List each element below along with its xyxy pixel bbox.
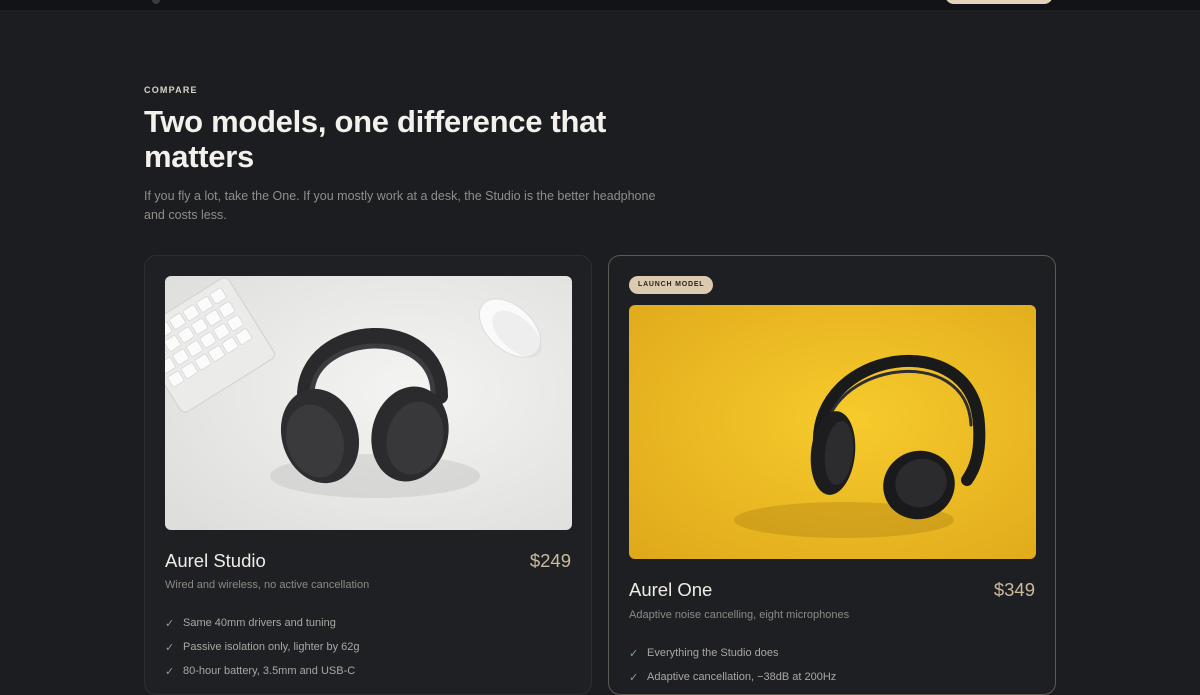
feature-text: Adaptive cancellation, −38dB at 200Hz <box>647 671 837 683</box>
feature-text: Same 40mm drivers and tuning <box>183 617 336 629</box>
product-price: $249 <box>529 550 571 571</box>
feature-item: ✓ 80-hour battery, 3.5mm and USB-C <box>165 659 360 683</box>
feature-text: Passive isolation only, lighter by 62g <box>183 641 360 653</box>
feature-item: ✓ Same 40mm drivers and tuning <box>165 611 360 635</box>
product-photo-one <box>629 305 1036 559</box>
feature-list: ✓ Same 40mm drivers and tuning ✓ Passive… <box>165 611 360 683</box>
page-subtitle: If you fly a lot, take the One. If you m… <box>144 189 656 222</box>
top-nav-bar <box>0 0 1200 11</box>
feature-item: ✓ Passive isolation only, lighter by 62g <box>165 635 360 659</box>
product-price: $349 <box>993 579 1035 600</box>
page-title: Two models, one difference that matters <box>144 104 607 174</box>
product-name: Aurel Studio <box>165 550 266 571</box>
product-card-one[interactable]: LAUNCH MODEL Aurel One $349 Adaptive noi <box>608 255 1056 695</box>
product-tagline: Wired and wireless, no active cancellati… <box>165 579 370 591</box>
feature-item: ✓ Adaptive cancellation, −38dB at 200Hz <box>629 665 836 689</box>
logo-icon[interactable] <box>152 0 160 4</box>
check-icon: ✓ <box>165 641 175 654</box>
product-tagline: Adaptive noise cancelling, eight microph… <box>629 609 850 621</box>
nav-cta-button[interactable] <box>945 0 1053 4</box>
launch-badge: LAUNCH MODEL <box>629 276 714 294</box>
product-photo-studio <box>165 276 572 530</box>
feature-text: Everything the Studio does <box>647 647 779 659</box>
check-icon: ✓ <box>629 647 639 660</box>
feature-item: ✓ Everything the Studio does <box>629 641 836 665</box>
check-icon: ✓ <box>165 665 175 678</box>
feature-text: 80-hour battery, 3.5mm and USB-C <box>183 665 356 677</box>
check-icon: ✓ <box>165 617 175 630</box>
section-eyebrow: COMPARE <box>144 85 198 95</box>
product-name: Aurel One <box>629 579 713 600</box>
check-icon: ✓ <box>629 671 639 684</box>
product-card-studio[interactable]: Aurel Studio $249 Wired and wireless, no… <box>144 255 592 695</box>
feature-list: ✓ Everything the Studio does ✓ Adaptive … <box>629 641 836 689</box>
